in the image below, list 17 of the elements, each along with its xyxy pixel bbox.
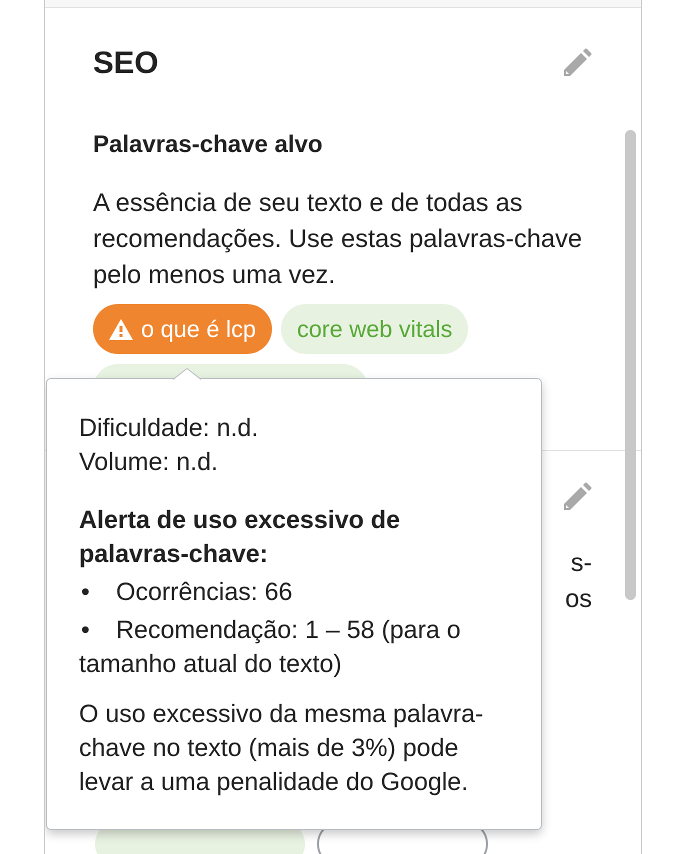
description-text: os	[565, 584, 592, 615]
tooltip-text: Volume: n.d.	[79, 447, 219, 478]
tooltip-text: Dificuldade: n.d.	[79, 413, 260, 444]
warning-icon	[109, 318, 133, 340]
section-subtitle: Palavras-chave alvo	[93, 130, 324, 160]
list-item: • Ocorrências: 66	[80, 577, 294, 608]
description-text: s-	[570, 548, 592, 579]
alert-heading: Alerta de uso excessivo de palavras-chave:	[79, 505, 401, 570]
list-item: • Recomendação: 1 – 58 (para o tamanho atual do texto)	[79, 615, 462, 680]
section-title: SEO	[93, 44, 158, 82]
pencil-icon[interactable]	[562, 48, 592, 78]
description-text: A essência de seu texto e de todas as recomendações. Use estas palavras-chave pelo menos uma vez.	[93, 188, 583, 291]
warning-note: O uso excessivo da mesma palavra-chave no texto (mais de 3%) pode levar a uma penalidade do Google.	[79, 699, 484, 798]
keyword-tag[interactable]: core web vitals	[280, 304, 468, 354]
pencil-icon[interactable]	[562, 482, 592, 512]
scrollbar[interactable]	[625, 130, 636, 600]
keyword-tag[interactable]: o que é lcp	[93, 304, 272, 354]
